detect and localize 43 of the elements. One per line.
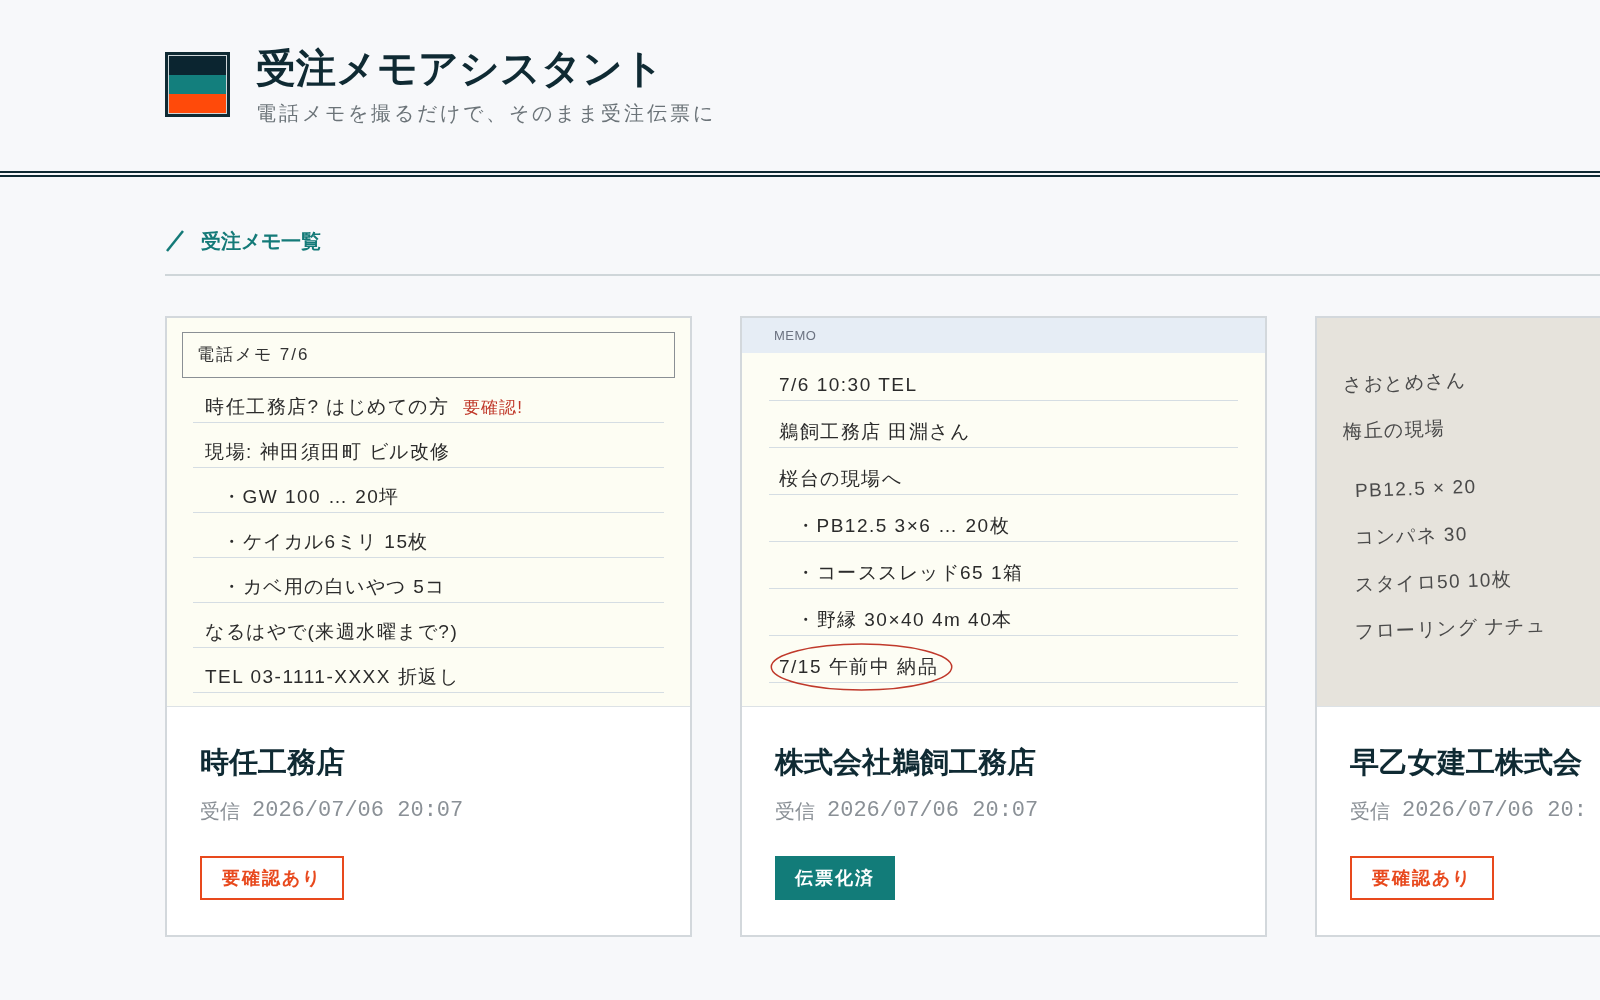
order-card[interactable]: さおとめさん 梅丘の現場 PB12.5 × 20 コンパネ 30 スタイロ50 10枚 フローリング ナチュ 早乙女建工株式会 受信 2026/07/06 20: 要確認あり (1315, 316, 1600, 937)
company-name: 株式会社鵜飼工務店 (775, 745, 1036, 780)
memo-line: 鵜飼工務店 田淵さん (779, 421, 971, 442)
memo-line: ・野縁 30×40 4m 40本 (796, 609, 1013, 630)
memo-line: なるはやで(来週水曜まで?) (205, 621, 459, 642)
memo-line: さおとめさん (1342, 368, 1467, 397)
memo-line: ・ケイカル6ミリ 15枚 (222, 531, 429, 552)
slash-icon (165, 230, 185, 252)
received-time: 2026/07/06 20:07 (827, 797, 1039, 825)
memo-line: 時任工務店? はじめての方 (205, 396, 450, 417)
received-label: 受信 (1350, 799, 1390, 824)
order-card[interactable]: MEMO 7/6 10:30 TEL 鵜飼工務店 田淵さん 桜台の現場へ ・PB12.5 3×6 … 20枚 ・コーススレッド65 1箱 ・野縁 30×40 4m 40本 7/15 午前中 納品 株式会社鵜飼工務店 受信 2026/07/06 20:07 伝票化済 (740, 316, 1267, 937)
memo-line: ・コーススレッド65 1箱 (796, 562, 1024, 583)
received-label: 受信 (775, 799, 815, 824)
memo-line: 7/15 午前中 納品 (779, 656, 939, 677)
status-badge: 要確認あり (1350, 856, 1494, 900)
memo-line: ・GW 100 … 20坪 (222, 486, 400, 507)
received-time: 2026/07/06 20:07 (252, 797, 464, 825)
memo-line: PB12.5 × 20 (1354, 474, 1478, 503)
memo-line: 桜台の現場へ (779, 468, 902, 489)
status-badge: 伝票化済 (775, 856, 895, 900)
memo-line: ・PB12.5 3×6 … 20枚 (796, 515, 1011, 536)
memo-line: TEL 03-1111-XXXX 折返し (205, 666, 460, 687)
memo-line: 7/6 10:30 TEL (779, 374, 918, 395)
logo-icon (165, 52, 230, 117)
memo-heading: MEMO (742, 318, 1265, 353)
company-name: 早乙女建工株式会 (1350, 745, 1582, 780)
check-note-text: 要確認! (463, 398, 524, 417)
app-subtitle: 電話メモを撮るだけで、そのまま受注伝票に (256, 101, 716, 126)
memo-line: フローリング ナチュ (1354, 613, 1547, 644)
received-label: 受信 (200, 799, 240, 824)
memo-line: コンパネ 30 (1354, 522, 1469, 550)
memo-line: スタイロ50 10枚 (1354, 567, 1513, 597)
memo-line: ・カベ用の白いやつ 5コ (222, 576, 446, 597)
status-badge: 要確認あり (200, 856, 344, 900)
section-title: 受注メモ一覧 (201, 229, 321, 254)
memo-heading: 電話メモ 7/6 (182, 332, 675, 378)
received-time: 2026/07/06 20: (1402, 797, 1587, 825)
company-name: 時任工務店 (200, 745, 345, 780)
memo-line: 梅丘の現場 (1342, 416, 1446, 444)
order-card[interactable]: 電話メモ 7/6 時任工務店? はじめての方 要確認! 現場: 神田須田町 ビル改修 ・GW 100 … 20坪 ・ケイカル6ミリ 15枚 ・カベ用の白いやつ 5コ なるはやで(来週水曜まで?) TEL 03-1111-XXXX 折返し 時任工務店 受信 2026/07/06 20:07 要確認あり (165, 316, 692, 937)
app-title: 受注メモアシスタント (256, 47, 664, 91)
memo-line: 現場: 神田須田町 ビル改修 (205, 441, 451, 462)
